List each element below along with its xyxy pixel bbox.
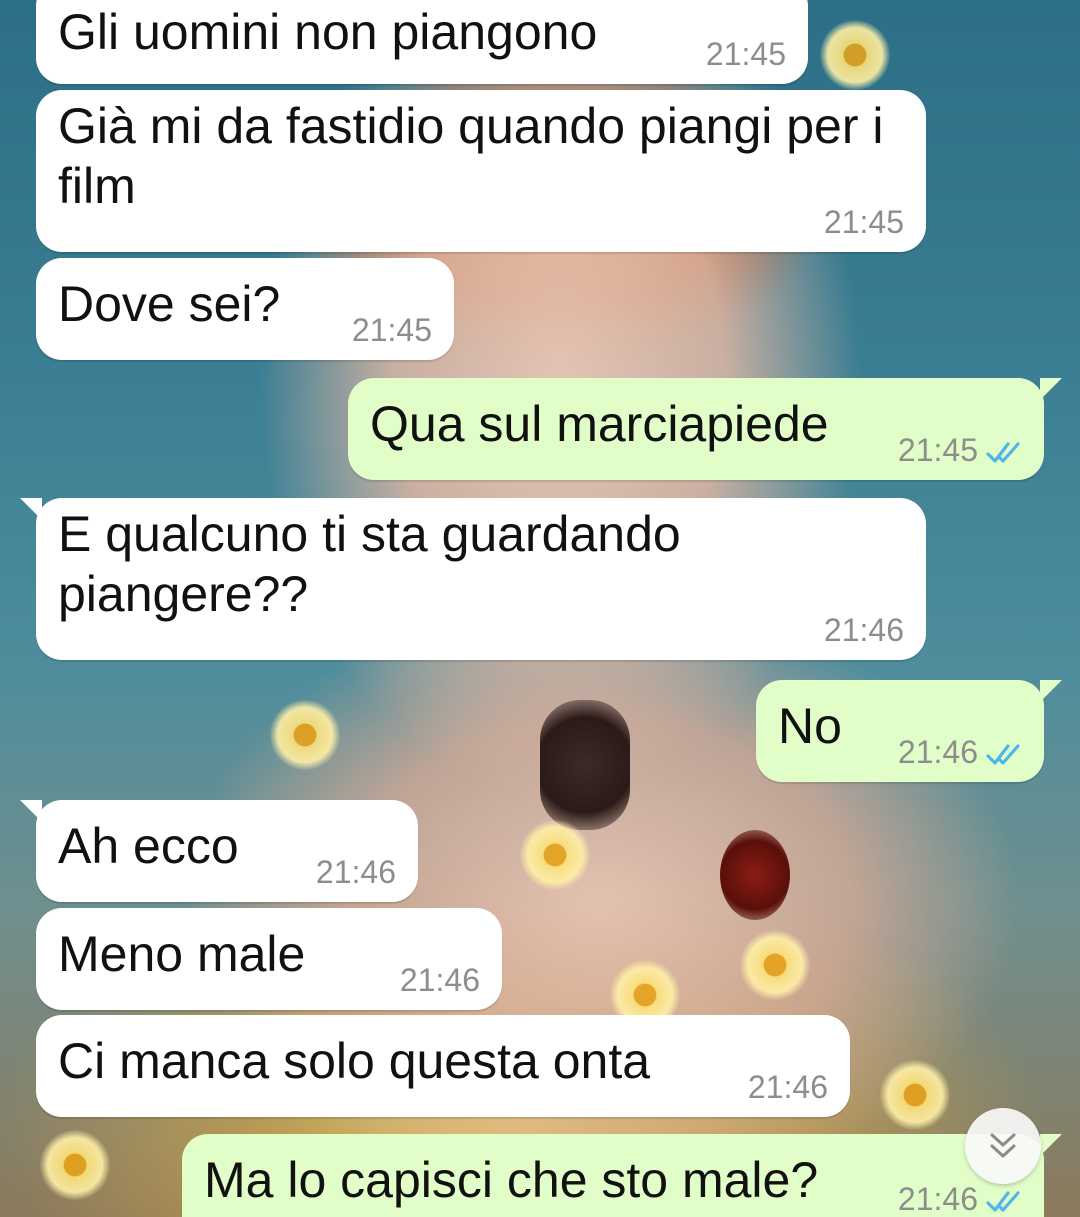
message-text: Già mi da fastidio quando piangi per i f…	[58, 98, 898, 214]
message-time: 21:46	[897, 734, 978, 770]
message-text: Ah ecco	[58, 818, 239, 874]
message-time: 21:46	[399, 962, 480, 998]
message-time: 21:46	[823, 612, 904, 648]
message-time: 21:45	[705, 36, 786, 72]
message-bubble-incoming[interactable]: Gli uomini non piangono 21:45	[36, 0, 808, 84]
message-text: Meno male	[58, 926, 306, 982]
read-receipt-icon	[986, 442, 1020, 463]
message-time: 21:46	[747, 1069, 828, 1105]
message-time: 21:45	[351, 312, 432, 348]
message-text: Qua sul marciapiede	[370, 396, 829, 452]
message-bubble-outgoing[interactable]: No 21:46	[756, 680, 1062, 782]
read-receipt-icon	[986, 744, 1020, 765]
double-chevron-down-icon	[990, 1133, 1016, 1158]
message-bubble-incoming[interactable]: Dove sei? 21:45	[36, 258, 454, 360]
message-text: E qualcuno ti sta guardando piangere??	[58, 506, 695, 622]
message-time: 21:45	[823, 204, 904, 240]
message-text: Ci manca solo questa onta	[58, 1033, 651, 1089]
read-receipt-icon	[986, 1191, 1020, 1212]
message-time: 21:45	[897, 432, 978, 468]
message-time: 21:46	[315, 854, 396, 890]
message-bubble-outgoing[interactable]: Ma lo capisci che sto male? 21:46	[182, 1134, 1062, 1217]
message-bubble-incoming[interactable]: E qualcuno ti sta guardando piangere?? 2…	[20, 498, 926, 660]
message-text: Gli uomini non piangono	[58, 4, 598, 60]
message-bubble-incoming[interactable]: Ci manca solo questa onta 21:46	[36, 1015, 850, 1117]
message-text: Dove sei?	[58, 276, 281, 332]
message-bubble-incoming[interactable]: Ah ecco 21:46	[20, 800, 418, 902]
message-list[interactable]: Gli uomini non piangono 21:45 Già mi da …	[0, 0, 1080, 1217]
message-bubble-outgoing[interactable]: Qua sul marciapiede 21:45	[348, 378, 1062, 480]
message-text: No	[778, 698, 842, 754]
message-text: Ma lo capisci che sto male?	[204, 1152, 819, 1208]
message-bubble-incoming[interactable]: Già mi da fastidio quando piangi per i f…	[36, 90, 926, 252]
message-time: 21:46	[897, 1181, 978, 1217]
scroll-to-bottom-button[interactable]	[965, 1108, 1041, 1184]
message-bubble-incoming[interactable]: Meno male 21:46	[36, 908, 502, 1010]
